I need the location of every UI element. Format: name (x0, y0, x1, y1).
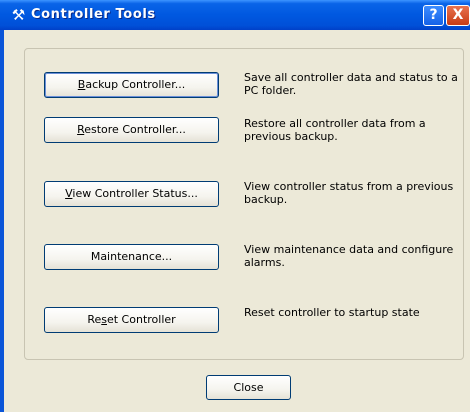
tools-icon: ⚒ (11, 6, 26, 24)
reset-label-prefix: Re (87, 313, 102, 326)
title-bar: ⚒ Controller Tools ? X (0, 0, 470, 30)
reset-controller-button[interactable]: Reset Controller (44, 307, 219, 333)
backup-description: Save all controller data and status to a… (244, 71, 458, 97)
reset-description: Reset controller to startup state (244, 306, 420, 319)
backup-label: ackup Controller... (85, 78, 186, 91)
restore-description: Restore all controller data from a previ… (244, 117, 426, 143)
window-title: Controller Tools (31, 7, 156, 22)
view-controller-status-button[interactable]: View Controller Status... (44, 181, 219, 207)
view-status-label: iew Controller Status... (72, 187, 198, 200)
close-icon: X (452, 7, 464, 23)
reset-label: et Controller (106, 313, 176, 326)
view-status-description: View controller status from a previous b… (244, 180, 454, 206)
help-icon: ? (429, 7, 438, 23)
maintenance-label: Maintenance... (90, 250, 173, 263)
help-button[interactable]: ? (423, 5, 444, 26)
backup-controller-button[interactable]: Backup Controller... (44, 72, 219, 98)
window-frame-left (0, 30, 4, 412)
close-window-button[interactable]: X (446, 5, 470, 26)
restore-label: estore Controller... (84, 123, 186, 136)
restore-controller-button[interactable]: Restore Controller... (44, 117, 219, 143)
maintenance-description: View maintenance data and configure alar… (244, 243, 454, 269)
maintenance-button[interactable]: Maintenance... (44, 244, 219, 270)
close-button[interactable]: Close (206, 375, 291, 400)
